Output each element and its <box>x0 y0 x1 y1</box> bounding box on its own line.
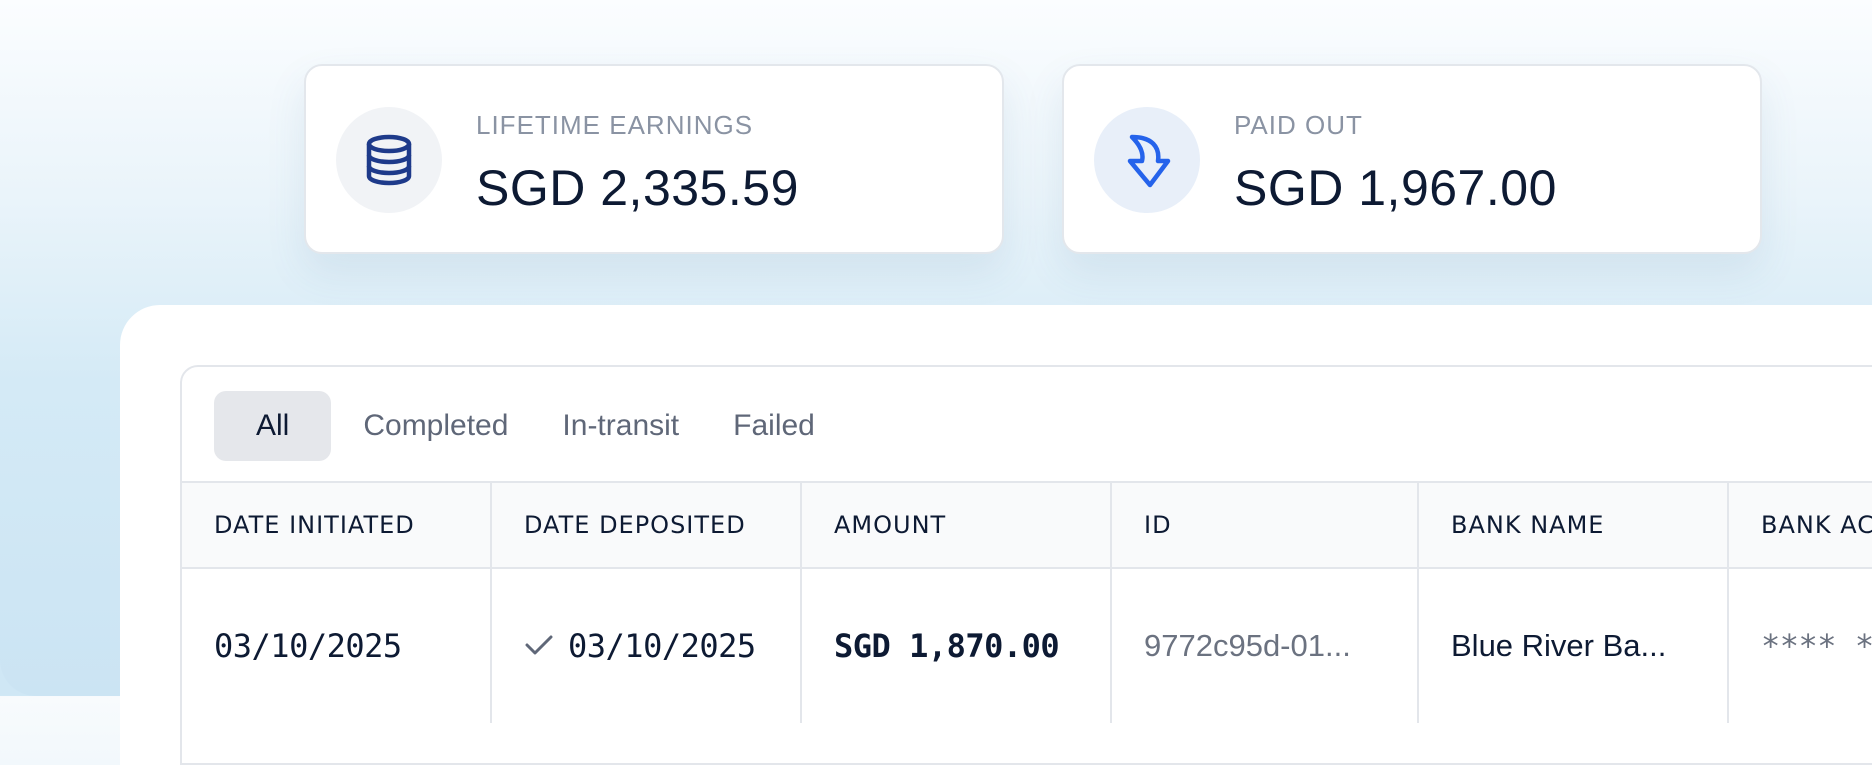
cell-date-deposited: 03/10/2025 <box>492 569 802 723</box>
checkmark-icon <box>524 627 554 665</box>
curved-arrow-down-icon <box>1094 107 1200 213</box>
column-header-id[interactable]: ID <box>1112 483 1419 567</box>
paid-out-card: PAID OUT SGD 1,967.00 <box>1062 64 1762 254</box>
column-header-date-deposited[interactable]: DATE DEPOSITED <box>492 483 802 567</box>
tab-all[interactable]: All <box>214 391 332 461</box>
table-header: DATE INITIATED DATE DEPOSITED AMOUNT ID … <box>182 481 1872 569</box>
stat-label: PAID OUT <box>1234 110 1363 140</box>
lifetime-earnings-card: LIFETIME EARNINGS SGD 2,335.59 <box>304 64 1004 254</box>
date-deposited-value: 03/10/2025 <box>568 627 756 665</box>
stat-value: SGD 1,967.00 <box>1234 160 1557 216</box>
column-header-bank-name[interactable]: BANK NAME <box>1419 483 1729 567</box>
tab-failed[interactable]: Failed <box>707 391 841 461</box>
table-row[interactable]: 03/10/2025 03/10/2025 SGD 1,870.00 9772c… <box>182 569 1872 763</box>
column-header-bank-account[interactable]: BANK AC <box>1729 483 1872 567</box>
stat-value: SGD 2,335.59 <box>476 160 799 216</box>
stat-label: LIFETIME EARNINGS <box>476 110 754 140</box>
cell-bank-name: Blue River Ba... <box>1419 569 1729 723</box>
column-header-date-initiated[interactable]: DATE INITIATED <box>182 483 492 567</box>
cell-bank-account: **** ** <box>1761 627 1872 665</box>
database-coins-icon <box>336 107 442 213</box>
status-tabs: All Completed In-transit Failed <box>214 391 843 461</box>
cell-amount: SGD 1,870.00 <box>802 569 1112 723</box>
payouts-panel: All Completed In-transit Failed DATE INI… <box>120 305 1872 765</box>
tab-in-transit[interactable]: In-transit <box>536 391 705 461</box>
payouts-table: All Completed In-transit Failed DATE INI… <box>180 365 1872 765</box>
cell-id[interactable]: 9772c95d-01... <box>1112 569 1419 723</box>
column-header-amount[interactable]: AMOUNT <box>802 483 1112 567</box>
cell-date-initiated: 03/10/2025 <box>182 569 492 723</box>
tab-completed[interactable]: Completed <box>337 391 534 461</box>
